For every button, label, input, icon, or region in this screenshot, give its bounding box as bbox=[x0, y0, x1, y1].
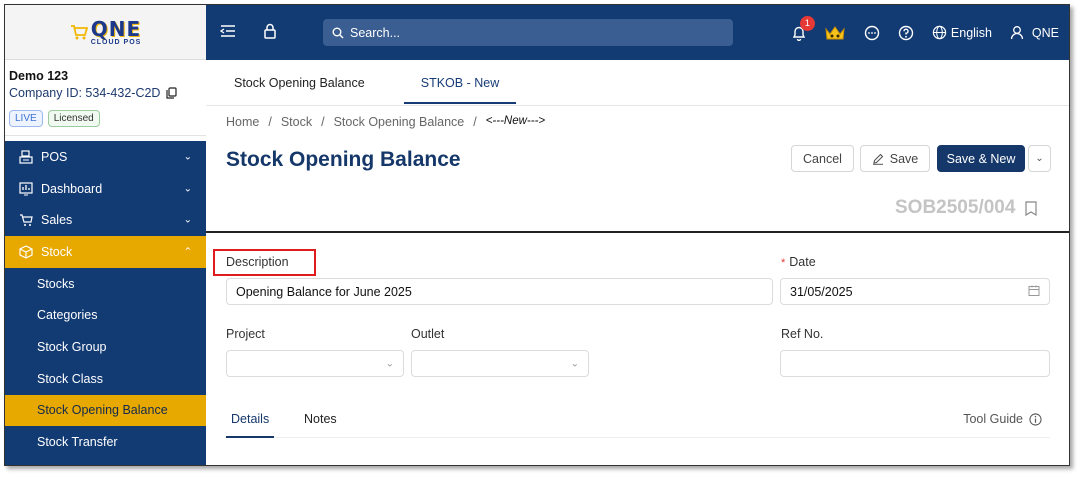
description-field[interactable] bbox=[226, 278, 773, 305]
help-icon[interactable] bbox=[898, 25, 914, 41]
outlet-label: Outlet bbox=[411, 327, 445, 341]
licensed-badge: Licensed bbox=[47, 110, 100, 127]
app-window: QNE CLOUD POS Demo 123 Company ID: 534-4… bbox=[4, 4, 1070, 466]
notification-count-badge: 1 bbox=[799, 15, 815, 31]
date-value: 31/05/2025 bbox=[790, 284, 853, 299]
ref-no-label: Ref No. bbox=[781, 327, 824, 341]
ref-no-field[interactable] bbox=[780, 350, 1050, 377]
chevron-down-icon: ⌄ bbox=[1035, 153, 1044, 164]
pos-icon bbox=[18, 149, 34, 165]
sidebar-menu: POS ⌄ Dashboard ⌄ Sales ⌄ Stock ⌃ Stocks… bbox=[5, 141, 206, 465]
description-highlight-box bbox=[213, 249, 316, 276]
breadcrumb-separator: / bbox=[473, 115, 477, 129]
sidebar-item-stock-transfer[interactable]: Stock Transfer bbox=[5, 426, 206, 458]
document-number-text: SOB2505/004 bbox=[895, 197, 1016, 218]
sidebar-item-categories[interactable]: Categories bbox=[5, 299, 206, 331]
logo-subtext: CLOUD POS bbox=[90, 38, 142, 46]
qne-logo: QNE CLOUD POS bbox=[70, 19, 142, 46]
tab-stock-opening-balance[interactable]: Stock Opening Balance bbox=[234, 60, 365, 106]
sidebar-item-stock-group[interactable]: Stock Group bbox=[5, 331, 206, 363]
search-input[interactable] bbox=[350, 25, 710, 40]
sidebar-item-stock-opening-balance[interactable]: Stock Opening Balance bbox=[5, 394, 206, 427]
sidebar-item-label: Stock bbox=[41, 244, 73, 259]
sidebar-item-label: Sales bbox=[41, 213, 73, 228]
sidebar-item-dashboard[interactable]: Dashboard ⌄ bbox=[5, 173, 206, 205]
notification-bell-icon[interactable]: 1 bbox=[792, 15, 815, 41]
breadcrumb-stock-opening-balance[interactable]: Stock Opening Balance bbox=[334, 115, 465, 129]
sidebar: QNE CLOUD POS Demo 123 Company ID: 534-4… bbox=[5, 5, 206, 465]
page-title: Stock Opening Balance bbox=[226, 148, 461, 171]
cart-icon bbox=[18, 212, 34, 228]
sidebar-item-sales[interactable]: Sales ⌄ bbox=[5, 204, 206, 236]
chat-icon[interactable] bbox=[864, 25, 880, 41]
user-icon bbox=[1010, 26, 1024, 40]
cart-logo-icon bbox=[70, 25, 88, 40]
copy-icon[interactable] bbox=[166, 87, 178, 99]
save-options-dropdown[interactable]: ⌄ bbox=[1028, 145, 1051, 172]
sidebar-item-pos[interactable]: POS ⌄ bbox=[5, 141, 206, 173]
sidebar-item-stock-class[interactable]: Stock Class bbox=[5, 363, 206, 395]
save-and-new-button[interactable]: Save & New bbox=[937, 145, 1025, 172]
company-id: Company ID: 534-432-C2D bbox=[9, 86, 161, 100]
chevron-down-icon: ⌄ bbox=[183, 151, 192, 163]
date-field[interactable]: 31/05/2025 bbox=[780, 278, 1050, 305]
tool-guide-label: Tool Guide bbox=[963, 412, 1023, 426]
tab-details[interactable]: Details bbox=[225, 402, 275, 438]
bookmark-icon[interactable] bbox=[1025, 200, 1038, 216]
dashboard-icon bbox=[18, 181, 34, 197]
breadcrumb-separator: / bbox=[321, 115, 325, 129]
chevron-down-icon: ⌄ bbox=[183, 214, 192, 226]
chevron-down-icon: ⌄ bbox=[385, 358, 394, 369]
user-name: QNE bbox=[1031, 25, 1059, 40]
cancel-button[interactable]: Cancel bbox=[791, 145, 854, 172]
crown-icon[interactable] bbox=[824, 24, 846, 42]
lock-icon[interactable] bbox=[263, 23, 277, 39]
breadcrumb-current: <---New---> bbox=[485, 115, 546, 127]
required-mark: * bbox=[781, 257, 786, 269]
sidebar-item-stocks[interactable]: Stocks bbox=[5, 268, 206, 300]
logo-area[interactable]: QNE CLOUD POS bbox=[5, 5, 206, 60]
chevron-down-icon: ⌄ bbox=[570, 358, 579, 369]
live-badge: LIVE bbox=[9, 110, 43, 127]
globe-icon bbox=[932, 25, 947, 40]
company-name: Demo 123 bbox=[9, 69, 69, 83]
tab-notes[interactable]: Notes bbox=[304, 402, 337, 436]
document-tabs: Stock Opening Balance STKOB - New bbox=[206, 60, 1069, 106]
menu-collapse-icon[interactable] bbox=[220, 24, 236, 38]
breadcrumb-stock[interactable]: Stock bbox=[281, 115, 312, 129]
breadcrumb: Home / Stock / Stock Opening Balance / <… bbox=[226, 115, 545, 129]
detail-tabs: Details Notes Tool Guide bbox=[225, 402, 1050, 438]
box-icon bbox=[18, 244, 34, 260]
date-label-text: Date bbox=[789, 255, 816, 269]
project-select[interactable]: ⌄ bbox=[226, 350, 404, 377]
info-icon bbox=[1029, 412, 1042, 426]
top-bar: 1 English QNE bbox=[206, 5, 1069, 60]
tool-guide-button[interactable]: Tool Guide bbox=[963, 402, 1042, 436]
company-info: Demo 123 Company ID: 534-432-C2D LIVE Li… bbox=[5, 60, 206, 136]
chevron-down-icon: ⌄ bbox=[183, 183, 192, 195]
chevron-up-icon: ⌃ bbox=[183, 246, 192, 258]
project-label: Project bbox=[226, 327, 265, 341]
language-label: English bbox=[950, 25, 992, 40]
user-menu[interactable]: QNE bbox=[1010, 25, 1059, 40]
sidebar-item-stock[interactable]: Stock ⌃ bbox=[5, 236, 206, 268]
save-label: Save bbox=[889, 151, 919, 166]
search-bar[interactable] bbox=[323, 19, 733, 46]
logo-text: QNE bbox=[90, 16, 142, 41]
breadcrumb-home[interactable]: Home bbox=[226, 115, 259, 129]
breadcrumb-separator: / bbox=[268, 115, 272, 129]
date-label: * Date bbox=[781, 255, 816, 269]
search-icon bbox=[332, 27, 344, 38]
pencil-icon bbox=[872, 153, 884, 165]
sidebar-item-label: POS bbox=[41, 149, 68, 164]
calendar-icon[interactable] bbox=[1028, 284, 1040, 299]
language-selector[interactable]: English bbox=[932, 25, 992, 40]
tab-stkob-new[interactable]: STKOB - New bbox=[404, 60, 516, 106]
outlet-select[interactable]: ⌄ bbox=[411, 350, 589, 377]
save-button[interactable]: Save bbox=[860, 145, 930, 172]
document-number: SOB2505/004 bbox=[895, 197, 1038, 219]
header-divider bbox=[206, 231, 1069, 233]
sidebar-item-label: Dashboard bbox=[41, 181, 103, 196]
